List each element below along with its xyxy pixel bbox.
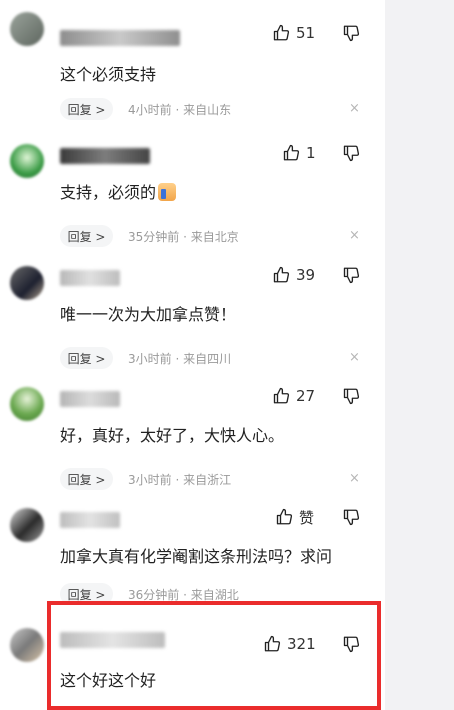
avatar[interactable] <box>10 12 44 46</box>
thumbs-down-icon[interactable] <box>343 144 361 162</box>
avatar[interactable] <box>10 508 44 542</box>
comment-meta: 3小时前 · 来自四川 <box>128 352 232 366</box>
like-button[interactable]: 51 <box>273 22 315 44</box>
side-panel <box>385 0 454 710</box>
reply-button[interactable]: 回复 > <box>60 468 113 490</box>
thumbs-up-icon <box>276 508 293 525</box>
comment-text-body: 支持，必须的 <box>60 183 157 202</box>
like-count: 1 <box>306 144 316 162</box>
like-count: 51 <box>296 24 316 42</box>
avatar[interactable] <box>10 144 44 178</box>
thumbs-down-icon[interactable] <box>343 24 361 42</box>
thumbs-up-icon <box>273 266 290 283</box>
avatar[interactable] <box>10 387 44 421</box>
thumbs-up-icon <box>273 24 290 41</box>
like-button[interactable]: 赞 <box>276 506 314 528</box>
comment-meta: 3小时前 · 来自浙江 <box>128 473 232 487</box>
comment-meta: 4小时前 · 来自山东 <box>128 103 232 117</box>
comment-text: 支持，必须的 <box>60 182 177 204</box>
thumbs-up-emoji-icon <box>158 183 177 201</box>
comment-item: 赞 加拿大真有化学阉割这条刑法吗？求问 回复 > 36分钟前 · 来自湖北 <box>0 492 385 605</box>
avatar[interactable] <box>10 266 44 300</box>
thumbs-up-icon <box>283 144 300 161</box>
comment-text: 好，真好，太好了，大快人心。 <box>60 426 285 445</box>
like-count: 39 <box>296 266 316 284</box>
close-icon[interactable]: × <box>349 102 360 116</box>
comment-text: 加拿大真有化学阉割这条刑法吗？求问 <box>60 547 333 566</box>
username-blurred[interactable] <box>60 512 120 528</box>
like-button[interactable]: 27 <box>273 385 315 407</box>
close-icon[interactable]: × <box>349 351 360 365</box>
comment-meta: 35分钟前 · 来自北京 <box>128 230 239 244</box>
comment-item: 1 支持，必须的 回复 > 35分钟前 · 来自北京 × <box>0 128 385 250</box>
like-count: 27 <box>296 387 316 405</box>
comment-list: 51 这个必须支持 回复 > 4小时前 · 来自山东 × 1 支持，必须的 回复… <box>0 0 385 710</box>
thumbs-up-icon <box>273 387 290 404</box>
comment-item: 27 好，真好，太好了，大快人心。 回复 > 3小时前 · 来自浙江 × <box>0 371 385 492</box>
thumbs-down-icon[interactable] <box>343 508 361 526</box>
reply-button[interactable]: 回复 > <box>60 347 113 369</box>
avatar[interactable] <box>10 628 44 662</box>
like-button[interactable]: 1 <box>283 142 316 164</box>
like-button[interactable]: 39 <box>273 264 315 286</box>
comment-item: 51 这个必须支持 回复 > 4小时前 · 来自山东 × <box>0 8 385 128</box>
username-blurred[interactable] <box>60 270 120 286</box>
username-blurred[interactable] <box>60 391 120 407</box>
reply-button[interactable]: 回复 > <box>60 98 113 120</box>
username-blurred[interactable] <box>60 148 150 164</box>
like-count: 赞 <box>299 508 315 527</box>
comment-text: 这个必须支持 <box>60 65 157 84</box>
comment-item: 39 唯一一次为大加拿点赞！ 回复 > 3小时前 · 来自四川 × <box>0 250 385 371</box>
thumbs-down-icon[interactable] <box>343 387 361 405</box>
username-blurred[interactable] <box>60 30 180 46</box>
comment-text: 唯一一次为大加拿点赞！ <box>60 305 237 324</box>
reply-button[interactable]: 回复 > <box>60 225 113 247</box>
close-icon[interactable]: × <box>349 229 360 243</box>
close-icon[interactable]: × <box>349 472 360 486</box>
thumbs-down-icon[interactable] <box>343 266 361 284</box>
highlight-box <box>47 601 381 710</box>
